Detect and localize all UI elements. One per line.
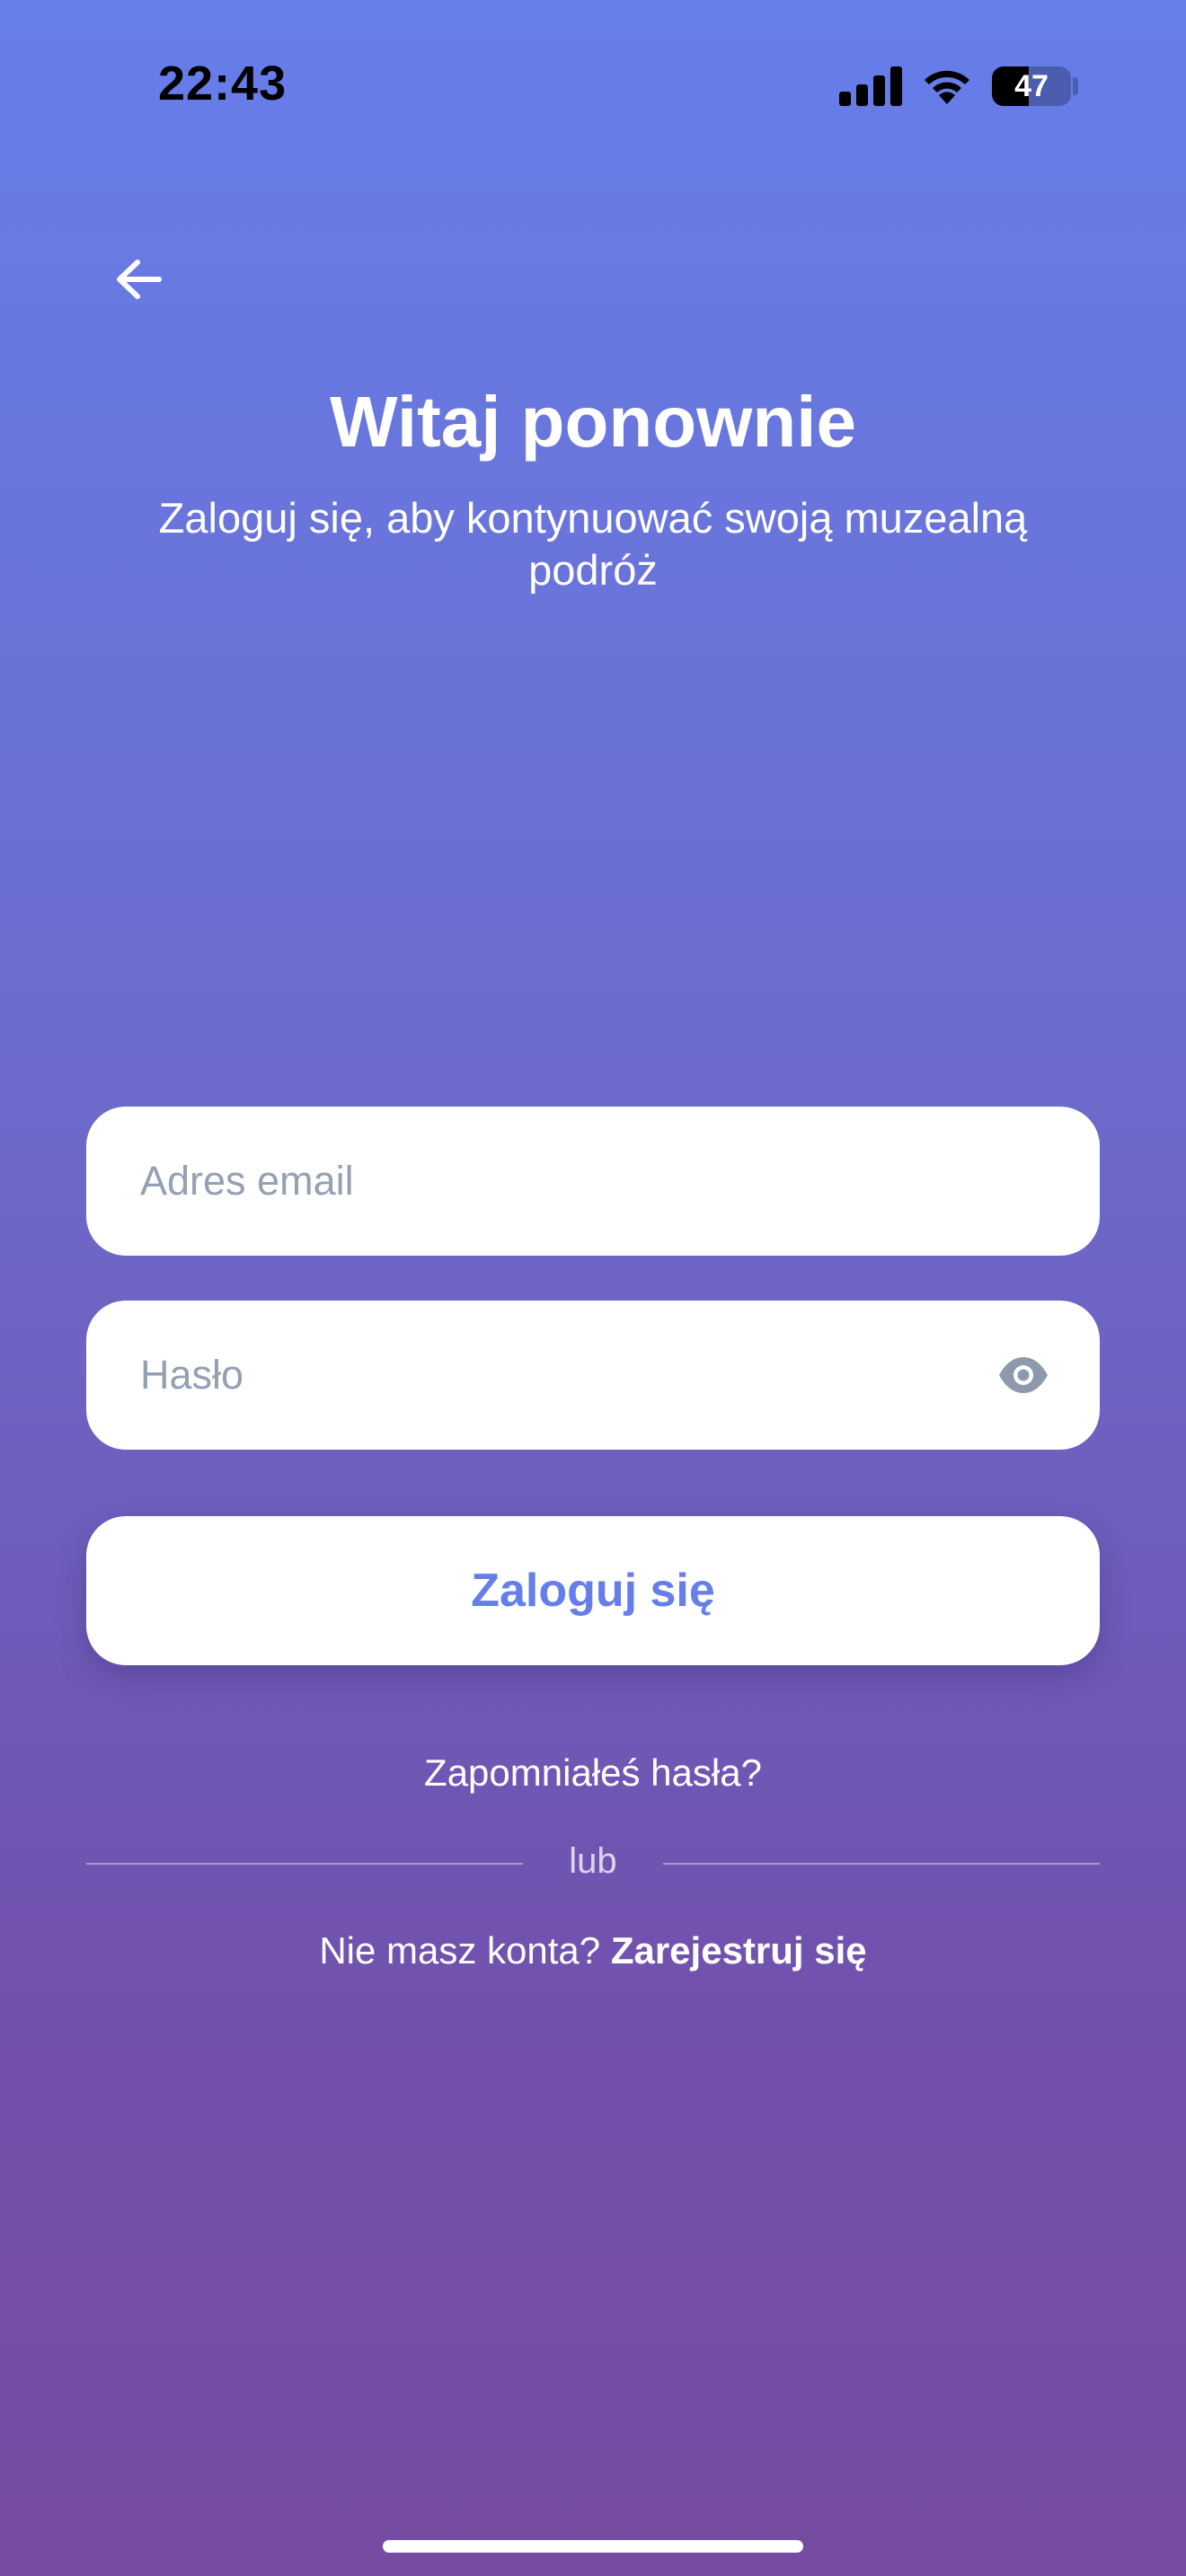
register-link[interactable]: Zarejestruj się bbox=[611, 1929, 867, 1972]
register-prompt: Nie masz konta? Zarejestruj się bbox=[0, 1929, 1186, 1972]
cellular-signal-icon bbox=[839, 65, 902, 106]
back-button[interactable] bbox=[99, 239, 180, 320]
login-button[interactable]: Zaloguj się bbox=[86, 1516, 1100, 1665]
divider-label: lub bbox=[569, 1841, 617, 1881]
page-title: Witaj ponownie bbox=[330, 382, 856, 462]
page-subtitle: Zaloguj się, aby kontynuować swoją muzea… bbox=[158, 494, 1028, 594]
email-field[interactable] bbox=[86, 1107, 1100, 1256]
divider-line-right bbox=[663, 1863, 1100, 1865]
email-input[interactable] bbox=[140, 1107, 965, 1256]
wifi-icon bbox=[920, 63, 974, 106]
forgot-password-link[interactable]: Zapomniałeś hasła? bbox=[0, 1751, 1186, 1795]
status-time: 22:43 bbox=[158, 57, 288, 110]
battery-icon: 47 bbox=[992, 66, 1071, 106]
divider-line-left bbox=[86, 1863, 523, 1865]
no-account-text: Nie masz konta? bbox=[319, 1929, 601, 1972]
arrow-left-icon bbox=[117, 260, 162, 299]
battery-cap bbox=[1073, 77, 1078, 95]
show-password-button[interactable] bbox=[997, 1356, 1049, 1394]
battery-level: 47 bbox=[1014, 68, 1049, 103]
password-input[interactable] bbox=[140, 1301, 965, 1450]
eye-icon bbox=[999, 1357, 1048, 1393]
home-indicator bbox=[383, 2540, 803, 2553]
password-field[interactable] bbox=[86, 1301, 1100, 1450]
